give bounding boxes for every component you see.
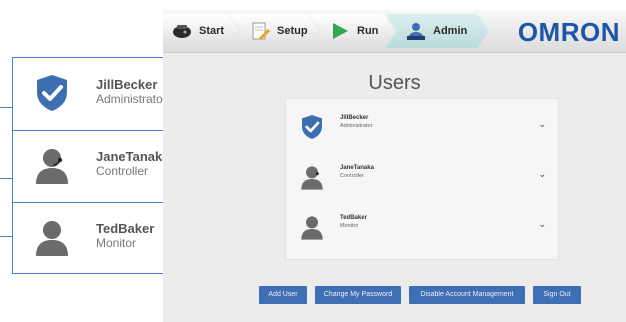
tab-run-label: Run (357, 25, 379, 37)
add-user-button[interactable]: Add User (259, 286, 307, 304)
setup-icon (249, 20, 271, 42)
user-name: JaneTanaka (340, 165, 374, 171)
shield-check-icon (302, 115, 322, 139)
callout-user-name: TedBaker (96, 221, 155, 236)
user-list: JillBecker Administrator ⌄ JaneTanaka Co… (285, 98, 559, 260)
tab-admin[interactable]: Admin (385, 14, 489, 48)
sign-out-button[interactable]: Sign Out (533, 286, 581, 304)
workflow-nav: Start Setup Run Admin OMRON (163, 10, 626, 53)
callout-user-role: Monitor (96, 236, 137, 250)
tab-setup[interactable]: Setup (229, 14, 319, 48)
user-name: JillBecker (340, 115, 369, 121)
user-role: Administrator (340, 123, 373, 129)
tab-start-label: Start (199, 25, 225, 37)
shield-check-icon (37, 75, 67, 111)
chevron-down-icon[interactable]: ⌄ (538, 169, 546, 180)
callout-leader-line (0, 107, 12, 108)
callout-leader-line (0, 178, 12, 179)
action-bar: Add User Change My Password Disable Acco… (163, 286, 626, 306)
user-role: Monitor (340, 223, 359, 229)
tab-admin-label: Admin (433, 25, 468, 37)
callout-user-name: JaneTanaka (96, 149, 170, 164)
chevron-down-icon[interactable]: ⌄ (538, 219, 546, 230)
page-title: Users (368, 72, 421, 94)
user-headset-icon (301, 166, 323, 190)
change-password-button[interactable]: Change My Password (315, 286, 401, 304)
controller-icon (171, 20, 193, 42)
tab-setup-label: Setup (277, 25, 308, 37)
user-name: TedBaker (340, 215, 367, 221)
callout-user-name: JillBecker (96, 77, 158, 92)
list-item[interactable]: TedBaker Monitor ⌄ (286, 203, 558, 253)
tab-run[interactable]: Run (309, 14, 395, 48)
chevron-down-icon[interactable]: ⌄ (538, 119, 546, 130)
callout-user-role: Administrator (96, 92, 167, 106)
user-icon (36, 221, 68, 256)
brand-logo: OMRON (517, 17, 620, 47)
play-icon (329, 20, 351, 42)
list-item[interactable]: JillBecker Administrator ⌄ (286, 103, 558, 153)
list-item[interactable]: JaneTanaka Controller ⌄ (286, 153, 558, 203)
disable-account-management-button[interactable]: Disable Account Management (409, 286, 525, 304)
callout-user-role: Controller (96, 164, 149, 178)
admin-window: Start Setup Run Admin OMRON Users JillBe… (163, 10, 626, 322)
user-headset-icon (36, 149, 68, 184)
users-icon (405, 20, 427, 42)
user-icon (301, 216, 323, 240)
callout-leader-line (0, 236, 12, 237)
tab-start[interactable]: Start (163, 14, 239, 48)
user-role: Controller (340, 173, 364, 179)
